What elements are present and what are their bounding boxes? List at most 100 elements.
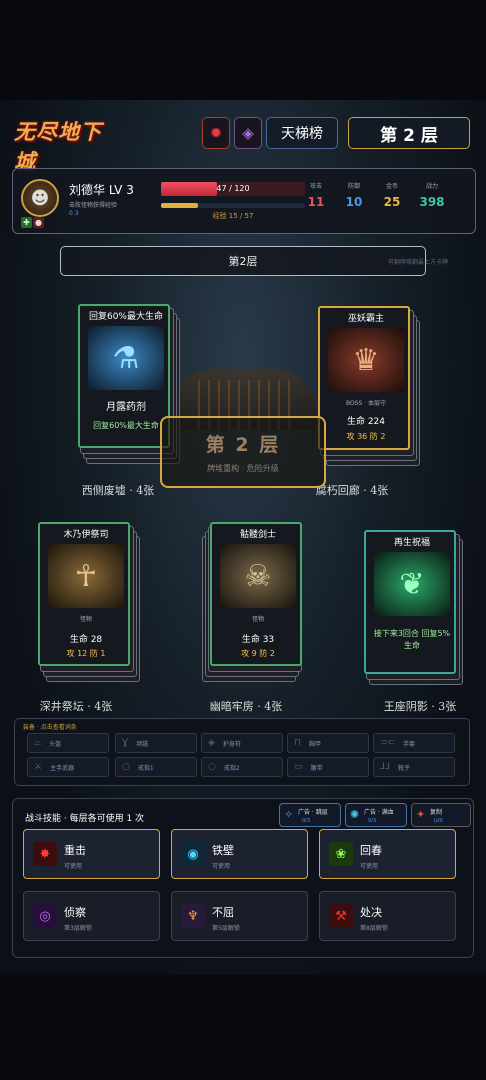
card-sub: 怪物 [251, 616, 264, 623]
stat-value: 398 [419, 195, 445, 209]
stat-value: 11 [307, 195, 325, 209]
slot-label: 戒指2 [223, 764, 240, 772]
slot-gloves[interactable]: ⊃⊂ 手套 [373, 733, 455, 753]
ad-count: LV0 [434, 818, 443, 824]
ad-full-hp-button[interactable]: ✺ 广告 · 满血 0/3 [345, 803, 407, 827]
card-sub: 怪物 [79, 616, 92, 623]
skill-status: 可使用 [64, 863, 83, 870]
avatar[interactable]: ☻ [21, 179, 59, 217]
player-tip: 击败怪物获得经验 [69, 202, 118, 209]
ring-icon: ○ [208, 762, 216, 772]
slot-label: 腰带 [310, 764, 323, 772]
slot-amulet[interactable]: ◈ 护身符 [201, 733, 283, 753]
skill-scout[interactable]: ◎ 侦察 第3层解锁 [23, 891, 160, 941]
card-desc: 接下来3回合 回复5%生命 [373, 629, 451, 650]
floor-popup-title: 第 2 层 [205, 434, 281, 456]
purple-crystal-icon[interactable]: ◈ [234, 117, 262, 149]
slot-weapon[interactable]: ⚔ 主手武器 [27, 757, 109, 777]
ad-count: 0/3 [368, 818, 377, 824]
rejuvenate-icon: ❀ [329, 842, 353, 866]
card-hp: 生命 28 [69, 635, 103, 645]
xp-bar [161, 203, 305, 208]
slot-necklace[interactable]: Ɣ 项链 [115, 733, 197, 753]
execute-icon: ⚒ [329, 904, 353, 928]
zone-label: 王座阴影 · 3张 [383, 700, 457, 713]
zone-label: 深井祭坛 · 4张 [39, 700, 113, 713]
stat-label: 攻击 [309, 183, 322, 190]
skill-name: 重击 [64, 844, 86, 857]
skip-icon: ✧ [284, 808, 294, 821]
skill-rejuvenate[interactable]: ❀ 回春 可使用 [319, 829, 456, 879]
ladder-button[interactable]: 天梯榜 [266, 117, 338, 149]
floor-button[interactable]: 第 2 层 [348, 117, 470, 149]
top-card[interactable]: 回复60%最大生命 ⚗ 月露药剂 回复60%最大生命 [78, 304, 170, 448]
card-title: 再生祝福 [393, 538, 430, 548]
skill-status: 第5层解锁 [212, 925, 240, 932]
card-atk: 攻 9 防 2 [241, 649, 275, 658]
hp-bar: 47 / 120 [161, 182, 305, 196]
stat-power: 战力 398 [415, 181, 449, 209]
stat-gold: 金币 25 [375, 181, 409, 209]
slot-helmet[interactable]: ⌓ 头盔 [27, 733, 109, 753]
skill-name: 不屈 [212, 906, 234, 919]
card-title: 木乃伊祭司 [63, 530, 109, 540]
player-digit: 0.3 [69, 210, 79, 217]
card-sub: BOSS · 本层守 [345, 400, 387, 407]
slot-label: 主手武器 [50, 764, 75, 772]
player-panel: ☻ ✚ ● 刘德华 LV 3 击败怪物获得经验 0.3 47 / 120 经验 … [12, 168, 476, 234]
stat-value: 10 [345, 195, 363, 209]
skeleton-icon: ☠ [220, 544, 296, 608]
blessing-icon: ❦ [374, 552, 450, 616]
skill-unyielding[interactable]: ♆ 不屈 第5层解锁 [171, 891, 308, 941]
amulet-icon: ◈ [208, 738, 215, 748]
boots-icon: ⅃⅃ [380, 762, 391, 772]
strike-icon: ✸ [33, 842, 57, 866]
skill-iron-wall[interactable]: ◉ 铁壁 可使用 [171, 829, 308, 879]
potion-icon: ⚗ [88, 326, 164, 390]
top-card[interactable]: 骷髅剑士 ☠ 怪物 生命 33 攻 9 防 2 [210, 522, 302, 666]
skill-name: 回春 [360, 844, 382, 857]
top-card[interactable]: 木乃伊祭司 ☥ 怪物 生命 28 攻 12 防 1 [38, 522, 130, 666]
stat-label: 防御 [347, 183, 360, 190]
slot-label: 戒指1 [137, 764, 154, 772]
card-atk: 攻 36 防 2 [346, 432, 386, 441]
sword-icon: ⚔ [34, 762, 43, 772]
lich-icon: ♛ [328, 328, 404, 392]
slot-belt[interactable]: ▭ 腰带 [287, 757, 369, 777]
stat-label: 战力 [425, 183, 438, 190]
stat-attack: 攻击 11 [299, 181, 333, 209]
unyielding-icon: ♆ [181, 904, 205, 928]
card-atk: 攻 12 防 1 [66, 649, 106, 658]
slot-chest[interactable]: ⊓ 胸甲 [287, 733, 369, 753]
card-title: 回复60%最大生命 [88, 312, 163, 322]
slot-ring1[interactable]: ○ 戒指1 [115, 757, 197, 777]
xp-fill [161, 203, 199, 208]
slot-label: 胸甲 [309, 740, 322, 748]
mummy-icon: ☥ [48, 544, 124, 608]
slot-label: 护身符 [222, 740, 241, 748]
top-card[interactable]: 巫妖霸主 ♛ BOSS · 本层守 生命 224 攻 36 防 2 [318, 306, 410, 450]
slot-ring2[interactable]: ○ 戒指2 [201, 757, 283, 777]
ring-icon: ○ [122, 762, 130, 772]
red-gem-icon[interactable]: ✹ [202, 117, 230, 149]
ad-skip-floor-button[interactable]: ✧ 广告 · 跳层 0/3 [279, 803, 341, 827]
ad-label: 广告 · 满血 [364, 809, 394, 816]
equip-title: 装备 · 点击查看词条 [23, 724, 77, 731]
game-logo: 无尽地下城 [14, 119, 102, 174]
bottom-blank [0, 975, 486, 1080]
stat-label: 金币 [385, 183, 398, 190]
top-blank [0, 0, 486, 100]
slot-boots[interactable]: ⅃⅃ 靴子 [373, 757, 455, 777]
skill-execute[interactable]: ⚒ 处决 第8层解锁 [319, 891, 456, 941]
gloves-icon: ⊃⊂ [380, 738, 396, 748]
debuff-icon: ● [33, 217, 44, 228]
top-card[interactable]: 再生祝福 ❦ 接下来3回合 回复5%生命 [364, 530, 456, 674]
floor-banner: 第2层 [60, 246, 426, 276]
necklace-icon: Ɣ [122, 738, 129, 748]
skill-name: 处决 [360, 906, 382, 919]
skill-heavy-strike[interactable]: ✸ 重击 可使用 [23, 829, 160, 879]
xp-text: 经验 15 / 57 [212, 212, 254, 220]
copy-button[interactable]: ✦ 复制 LV0 [411, 803, 471, 827]
zone-label: 幽暗牢房 · 4张 [209, 700, 283, 713]
floor-popup-subtitle: 牌堆重构 · 危险升级 [207, 464, 279, 473]
